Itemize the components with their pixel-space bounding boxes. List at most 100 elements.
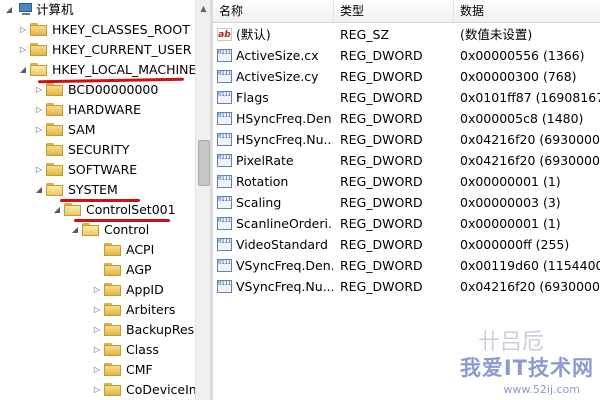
binary-value-icon: 011110 [217,238,232,251]
folder-open-icon [30,63,48,76]
expand-arrow-icon[interactable]: ▷ [92,360,102,380]
value-type: REG_DWORD [340,237,423,252]
column-header-name[interactable]: 名称 [213,0,334,22]
expand-arrow-icon[interactable]: ▷ [34,100,44,120]
folder-icon [104,383,122,396]
tree-item-label: BCD00000000 [68,82,159,97]
table-row[interactable]: 011110 VSyncFreq.Den... REG_DWORD 0x00119d6… [213,255,600,276]
table-row[interactable]: 011110 Scaling REG_DWORD 0x00000003 (3) [213,192,600,213]
binary-value-icon: 011110 [217,91,232,104]
value-data: 0x04216f20 (69300000) [460,132,600,147]
folder-icon [30,43,48,56]
column-header-data[interactable]: 数据 [454,0,600,22]
folder-open-icon [46,183,64,196]
tree-item-label: SOFTWARE [68,162,138,177]
binary-value-icon: 011110 [217,217,232,230]
tree-item-label: 计算机 [36,2,74,17]
value-data: 0x00000556 (1366) [460,48,585,63]
expand-arrow-icon[interactable]: ▷ [18,20,28,40]
tree-item-label: HKEY_CLASSES_ROOT [52,22,190,37]
expand-arrow-icon[interactable]: ▷ [92,340,102,360]
table-row[interactable]: 011110 ScanlineOrderi... REG_DWORD 0x000000… [213,213,600,234]
value-data: 0x000005c8 (1480) [460,111,584,126]
tree-item-label: HKEY_CURRENT_USER [52,42,192,57]
table-row[interactable]: 011110 VideoStandard REG_DWORD 0x000000ff (… [213,234,600,255]
binary-value-icon: 011110 [217,49,232,62]
table-row[interactable]: 011110 HSyncFreq.Den... REG_DWORD 0x000005c… [213,108,600,129]
table-row[interactable]: 011110 ActiveSize.cy REG_DWORD 0x00000300 (… [213,66,600,87]
expand-arrow-icon[interactable]: ◢ [4,0,14,20]
value-data: 0x04216f20 (69300000) [460,153,600,168]
collapse-arrow-icon[interactable]: ◢ [70,220,80,240]
value-type: REG_DWORD [340,174,423,189]
tree-item-label: CMF [126,362,153,377]
column-header-bar: 名称 类型 数据 [213,0,600,23]
value-name: ActiveSize.cy [236,69,319,84]
expand-arrow-icon[interactable]: ▷ [34,120,44,140]
expand-arrow-icon[interactable]: ▷ [18,40,28,60]
scrollbar-thumb[interactable] [198,140,210,186]
tree-item-label: ControlSet001 [86,202,176,217]
expand-arrow-icon[interactable]: ▷ [92,300,102,320]
expand-arrow-icon[interactable]: ▷ [92,280,102,300]
value-type: REG_DWORD [340,153,423,168]
tree-scrollbar[interactable]: ▲ [195,0,211,400]
column-header-type[interactable]: 类型 [334,0,454,22]
binary-value-icon: 011110 [217,112,232,125]
value-data: 0x00000003 (3) [460,195,561,210]
value-type: REG_DWORD [340,111,423,126]
table-row[interactable]: 011110 PixelRate REG_DWORD 0x04216f20 (6930… [213,150,600,171]
tree-item-label: Arbiters [126,302,176,317]
folder-icon [104,323,122,336]
value-data: 0x000000ff (255) [460,237,570,252]
folder-icon [104,243,122,256]
value-type: REG_DWORD [340,258,423,273]
value-name: Rotation [236,174,289,189]
table-row[interactable]: 011110 ActiveSize.cx REG_DWORD 0x00000556 (… [213,45,600,66]
tree-item-label: ACPI [126,242,155,257]
binary-value-icon: 011110 [217,133,232,146]
tree-item-label: Class [126,342,159,357]
folder-icon [104,263,122,276]
expand-arrow-icon[interactable]: ▷ [92,320,102,340]
value-type: REG_DWORD [340,48,423,63]
value-type: REG_DWORD [340,195,423,210]
value-name: ActiveSize.cx [236,48,319,63]
folder-icon [104,283,122,296]
collapse-arrow-icon[interactable]: ◢ [52,200,62,220]
tree-item-label: SECURITY [68,142,130,157]
value-data: 0x00000300 (768) [460,69,577,84]
folder-icon [104,363,122,376]
collapse-arrow-icon[interactable]: ◢ [34,180,44,200]
collapse-arrow-icon[interactable]: ◢ [18,60,28,80]
value-name: Flags [236,90,269,105]
table-row[interactable]: 011110 Flags REG_DWORD 0x0101ff87 (16908167… [213,87,600,108]
expand-arrow-icon[interactable]: ▷ [92,380,102,400]
value-data: 0x00000001 (1) [460,216,561,231]
tree-item-label: SYSTEM [68,182,118,197]
computer-icon [18,3,34,16]
table-row[interactable]: 011110 HSyncFreq.Nu... REG_DWORD 0x04216f20… [213,129,600,150]
table-row[interactable]: 011110 VSyncFreq.Nu... REG_DWORD 0x04216f20… [213,276,600,297]
scroll-up-icon[interactable]: ▲ [196,0,211,17]
tree-item-label: AGP [126,262,152,277]
folder-icon [46,163,64,176]
value-type: REG_SZ [340,27,390,42]
folder-icon [46,143,64,156]
value-name: (默认) [236,27,271,42]
folder-icon [46,103,64,116]
value-name: PixelRate [236,153,294,168]
binary-value-icon: 011110 [217,175,232,188]
value-name: VSyncFreq.Den... [236,258,333,273]
value-data: 0x0101ff87 (16908167) [460,90,600,105]
value-name: HSyncFreq.Nu... [236,132,333,147]
table-row[interactable]: 011110 Rotation REG_DWORD 0x00000001 (1) [213,171,600,192]
tree-item-label: SAM [68,122,96,137]
expand-arrow-icon[interactable]: ▷ [34,160,44,180]
tree-item-label: HARDWARE [68,102,142,117]
value-type: REG_DWORD [340,90,423,105]
value-name: Scaling [236,195,282,210]
table-row[interactable]: ab (默认) REG_SZ (数值未设置) [213,24,600,45]
value-name: VideoStandard [236,237,328,252]
watermark-brand: 我爱IT技术网 [459,356,594,380]
